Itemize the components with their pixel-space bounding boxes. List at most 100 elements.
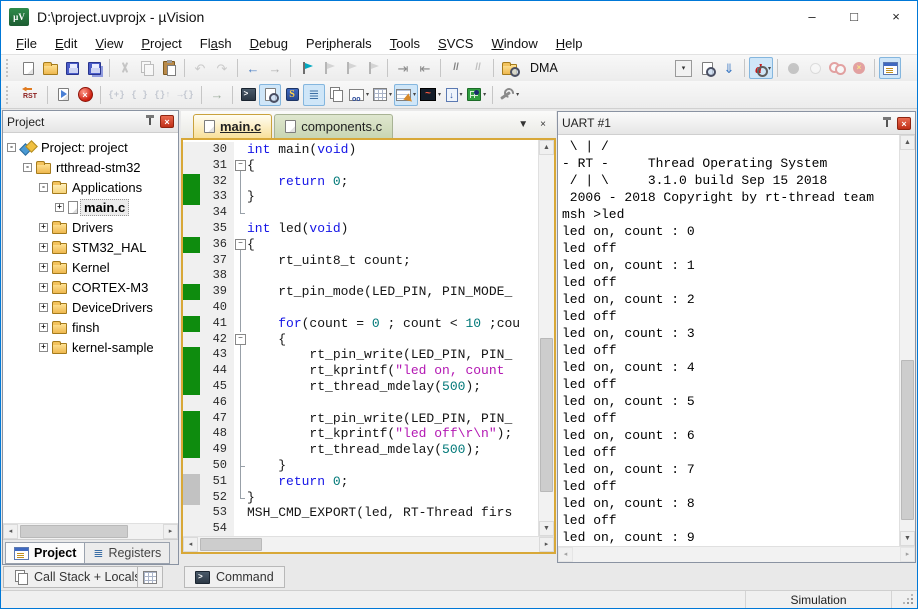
step-icon[interactable]: {+} [105, 84, 128, 106]
kill-breakpoints-icon[interactable]: × [848, 57, 870, 79]
debug-settings-icon[interactable]: ▾ [497, 84, 521, 106]
serial-window-icon[interactable]: ▾ [394, 84, 418, 106]
symbol-window-icon[interactable]: S [281, 84, 303, 106]
command-tab[interactable]: > Command [184, 566, 285, 588]
tree-item-finsh[interactable]: +finsh [3, 317, 178, 337]
scroll-right-icon[interactable]: ▸ [539, 537, 554, 552]
find-in-files-icon[interactable] [498, 57, 520, 79]
paste-icon[interactable] [158, 57, 180, 79]
maximize-button[interactable]: □ [833, 1, 875, 32]
code-line[interactable]: 54 [183, 521, 538, 536]
disassembly-window-icon[interactable] [259, 84, 281, 106]
code-line[interactable]: 37 rt_uint8_t count; [183, 253, 538, 269]
tree-item-project-project[interactable]: -Project: project [3, 137, 178, 157]
code-line[interactable]: 46 [183, 395, 538, 411]
tree-item-kernel-sample[interactable]: +kernel-sample [3, 337, 178, 357]
clear-bookmarks-icon[interactable] [361, 57, 383, 79]
scroll-down-icon[interactable]: ▼ [539, 521, 554, 536]
code-line[interactable]: 31{ [183, 158, 538, 174]
code-line[interactable]: 43 rt_pin_write(LED_PIN, PIN_ [183, 347, 538, 363]
registers-window-icon[interactable]: ≣ [303, 84, 325, 106]
menu-item-tools[interactable]: Tools [381, 33, 429, 54]
tree-item-applications[interactable]: -Applications [3, 177, 178, 197]
close-panel-icon[interactable]: × [160, 115, 174, 128]
memory-window-icon[interactable]: ▾ [371, 84, 394, 106]
code-line[interactable]: 51 return 0; [183, 474, 538, 490]
pin-icon[interactable] [881, 117, 893, 130]
project-horizontal-scrollbar[interactable]: ◂ ▸ [3, 523, 178, 539]
indent-icon[interactable]: ⇥ [392, 57, 414, 79]
system-viewer-icon[interactable]: ↓▾ [443, 84, 465, 106]
code-line[interactable]: 40 [183, 300, 538, 316]
uart-output[interactable]: \ | /- RT - Thread Operating System / | … [558, 135, 899, 546]
scroll-down-icon[interactable]: ▼ [900, 531, 915, 546]
menu-item-window[interactable]: Window [482, 33, 546, 54]
expander-icon[interactable]: + [39, 263, 48, 272]
expander-icon[interactable]: - [23, 163, 32, 172]
scroll-left-icon[interactable]: ◂ [3, 524, 18, 539]
redo-icon[interactable]: ↷ [211, 57, 233, 79]
code-line[interactable]: 45 rt_thread_mdelay(500); [183, 379, 538, 395]
expander-icon[interactable]: + [39, 303, 48, 312]
prev-bookmark-icon[interactable] [317, 57, 339, 79]
insert-breakpoint-icon[interactable] [782, 57, 804, 79]
close-document-icon[interactable]: × [540, 119, 546, 130]
project-window-toggle-icon[interactable] [879, 57, 901, 79]
menu-item-peripherals[interactable]: Peripherals [297, 33, 381, 54]
menu-item-file[interactable]: File [7, 33, 46, 54]
code-line[interactable]: 41 for(count = 0 ; count < 10 ;cou [183, 316, 538, 332]
scroll-up-icon[interactable]: ▲ [539, 140, 554, 155]
panel-tab-project[interactable]: Project [5, 542, 85, 564]
code-line[interactable]: 53MSH_CMD_EXPORT(led, RT-Thread firs [183, 505, 538, 521]
code-area[interactable]: 30int main(void)31{32 return 0;33}3435in… [183, 140, 538, 536]
fold-marker[interactable] [234, 237, 247, 253]
debug-session-icon[interactable]: d▾ [749, 57, 773, 79]
menu-item-svcs[interactable]: SVCS [429, 33, 482, 54]
document-list-icon[interactable]: ▼ [518, 119, 528, 130]
save-all-icon[interactable] [83, 57, 105, 79]
code-line[interactable]: 50 } [183, 458, 538, 474]
uart-vertical-scrollbar[interactable]: ▲ ▼ [899, 135, 915, 546]
code-line[interactable]: 52} [183, 490, 538, 506]
editor-tab-main-c[interactable]: main.c [193, 114, 272, 138]
tree-item-stm32-hal[interactable]: +STM32_HAL [3, 237, 178, 257]
run-icon[interactable] [52, 84, 74, 106]
disable-breakpoints-icon[interactable] [826, 57, 848, 79]
undo-icon[interactable]: ↶ [189, 57, 211, 79]
search-combo[interactable]: DMA▾ [524, 58, 692, 78]
next-bookmark-icon[interactable] [339, 57, 361, 79]
expander-icon[interactable]: + [39, 343, 48, 352]
code-line[interactable]: 44 rt_kprintf("led on, count [183, 363, 538, 379]
expander-icon[interactable]: - [39, 183, 48, 192]
code-line[interactable]: 49 rt_thread_mdelay(500); [183, 442, 538, 458]
scroll-up-icon[interactable]: ▲ [900, 135, 915, 150]
call-stack-tab[interactable]: Call Stack + Locals [3, 566, 152, 588]
expander-icon[interactable]: + [39, 283, 48, 292]
combo-dropdown-icon[interactable]: ▾ [675, 60, 692, 77]
menu-item-flash[interactable]: Flash [191, 33, 241, 54]
fold-marker[interactable] [234, 332, 247, 348]
incremental-find-icon[interactable]: ⇓ [718, 57, 740, 79]
tree-item-rtthread-stm32[interactable]: -rtthread-stm32 [3, 157, 178, 177]
copy-icon[interactable] [136, 57, 158, 79]
toolbox-icon[interactable]: ▾ [465, 84, 488, 106]
code-line[interactable]: 47 rt_pin_write(LED_PIN, PIN_ [183, 411, 538, 427]
find-icon[interactable] [696, 57, 718, 79]
fold-marker[interactable] [234, 158, 247, 174]
stop-icon[interactable]: × [74, 84, 96, 106]
tree-item-main-c[interactable]: +main.c [3, 197, 178, 217]
cut-icon[interactable] [114, 57, 136, 79]
comment-icon[interactable]: // [445, 57, 467, 79]
show-next-statement-icon[interactable]: → [206, 84, 228, 106]
menu-item-project[interactable]: Project [132, 33, 190, 54]
open-folder-icon[interactable] [39, 57, 61, 79]
tree-item-devicedrivers[interactable]: +DeviceDrivers [3, 297, 178, 317]
navigate-forward-icon[interactable]: → [264, 57, 286, 79]
step-out-icon[interactable]: {}↑ [151, 84, 174, 106]
new-file-icon[interactable] [17, 57, 39, 79]
uncomment-icon[interactable]: // [467, 57, 489, 79]
command-window-icon[interactable]: > [237, 84, 259, 106]
code-line[interactable]: 48 rt_kprintf("led off\r\n"); [183, 426, 538, 442]
pin-icon[interactable] [144, 115, 156, 128]
menu-item-help[interactable]: Help [547, 33, 592, 54]
